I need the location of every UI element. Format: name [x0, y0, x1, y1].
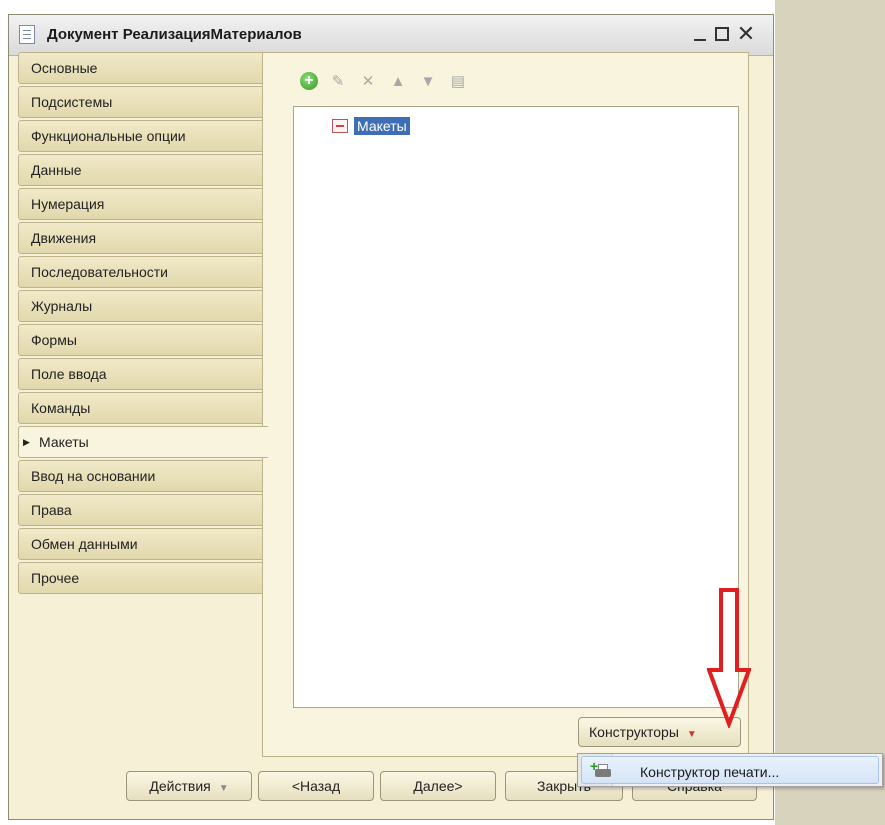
tree-item-label: Макеты: [354, 117, 410, 135]
menu-item-print-constructor[interactable]: + Конструктор печати...: [581, 756, 879, 784]
tree-item-makety[interactable]: Макеты: [332, 115, 410, 137]
tab-komandy[interactable]: Команды: [18, 392, 264, 424]
section-tabs: Основные Подсистемы Функциональные опции…: [18, 52, 268, 596]
templates-tree[interactable]: Макеты: [293, 106, 739, 708]
delete-icon[interactable]: ✕: [358, 71, 378, 91]
tab-osnovnye[interactable]: Основные: [18, 52, 264, 84]
minimize-button[interactable]: [689, 23, 711, 45]
sort-icon[interactable]: ▤: [448, 71, 468, 91]
tree-toolbar: + ✎ ✕ ▲ ▼ ▤: [300, 70, 468, 92]
top-strip: [0, 0, 775, 12]
constructors-label: Конструкторы: [589, 724, 679, 740]
window-title: Документ РеализацияМатериалов: [47, 26, 302, 43]
template-icon: [332, 119, 348, 133]
actions-label: Действия: [149, 778, 211, 794]
printer-add-icon: +: [590, 758, 612, 779]
desktop-background: [775, 0, 885, 825]
tab-vvod-na-osnovanii[interactable]: Ввод на основании: [18, 460, 264, 492]
tab-prochee[interactable]: Прочее: [18, 562, 264, 594]
tab-zhurnaly[interactable]: Журналы: [18, 290, 264, 322]
menu-item-label: Конструктор печати...: [640, 764, 780, 780]
tab-dvizheniya[interactable]: Движения: [18, 222, 264, 254]
tab-makety-label: Макеты: [39, 434, 89, 450]
chevron-down-icon: ▼: [218, 783, 229, 794]
chevron-down-icon: ▼: [686, 729, 697, 740]
title-bar: Документ РеализацияМатериалов ✕: [9, 15, 773, 56]
tab-funktsionalnye-optsii[interactable]: Функциональные опции: [18, 120, 264, 152]
back-button[interactable]: <Назад: [258, 771, 374, 801]
move-down-icon[interactable]: ▼: [418, 71, 438, 91]
maximize-button[interactable]: [711, 23, 733, 45]
tab-numeratsiya[interactable]: Нумерация: [18, 188, 264, 220]
add-icon[interactable]: +: [300, 72, 318, 90]
tab-pole-vvoda[interactable]: Поле ввода: [18, 358, 264, 390]
tab-obmen-dannymi[interactable]: Обмен данными: [18, 528, 264, 560]
actions-button[interactable]: Действия ▼: [126, 771, 252, 801]
next-button[interactable]: Далее>: [380, 771, 496, 801]
constructors-dropdown-menu: + Конструктор печати...: [577, 753, 883, 787]
document-icon: [19, 25, 35, 44]
tab-posledovatelnosti[interactable]: Последовательности: [18, 256, 264, 288]
move-up-icon[interactable]: ▲: [388, 71, 408, 91]
close-icon: ✕: [736, 21, 756, 46]
edit-icon[interactable]: ✎: [328, 71, 348, 91]
tab-formy[interactable]: Формы: [18, 324, 264, 356]
annotation-arrow-icon: [707, 588, 751, 728]
minimize-icon: [694, 39, 706, 41]
tab-prava[interactable]: Права: [18, 494, 264, 526]
tab-dannye[interactable]: Данные: [18, 154, 264, 186]
maximize-icon: [715, 27, 729, 41]
tab-podsistemy[interactable]: Подсистемы: [18, 86, 264, 118]
tab-makety[interactable]: Макеты: [18, 426, 268, 458]
close-window-button[interactable]: ✕: [735, 21, 757, 46]
